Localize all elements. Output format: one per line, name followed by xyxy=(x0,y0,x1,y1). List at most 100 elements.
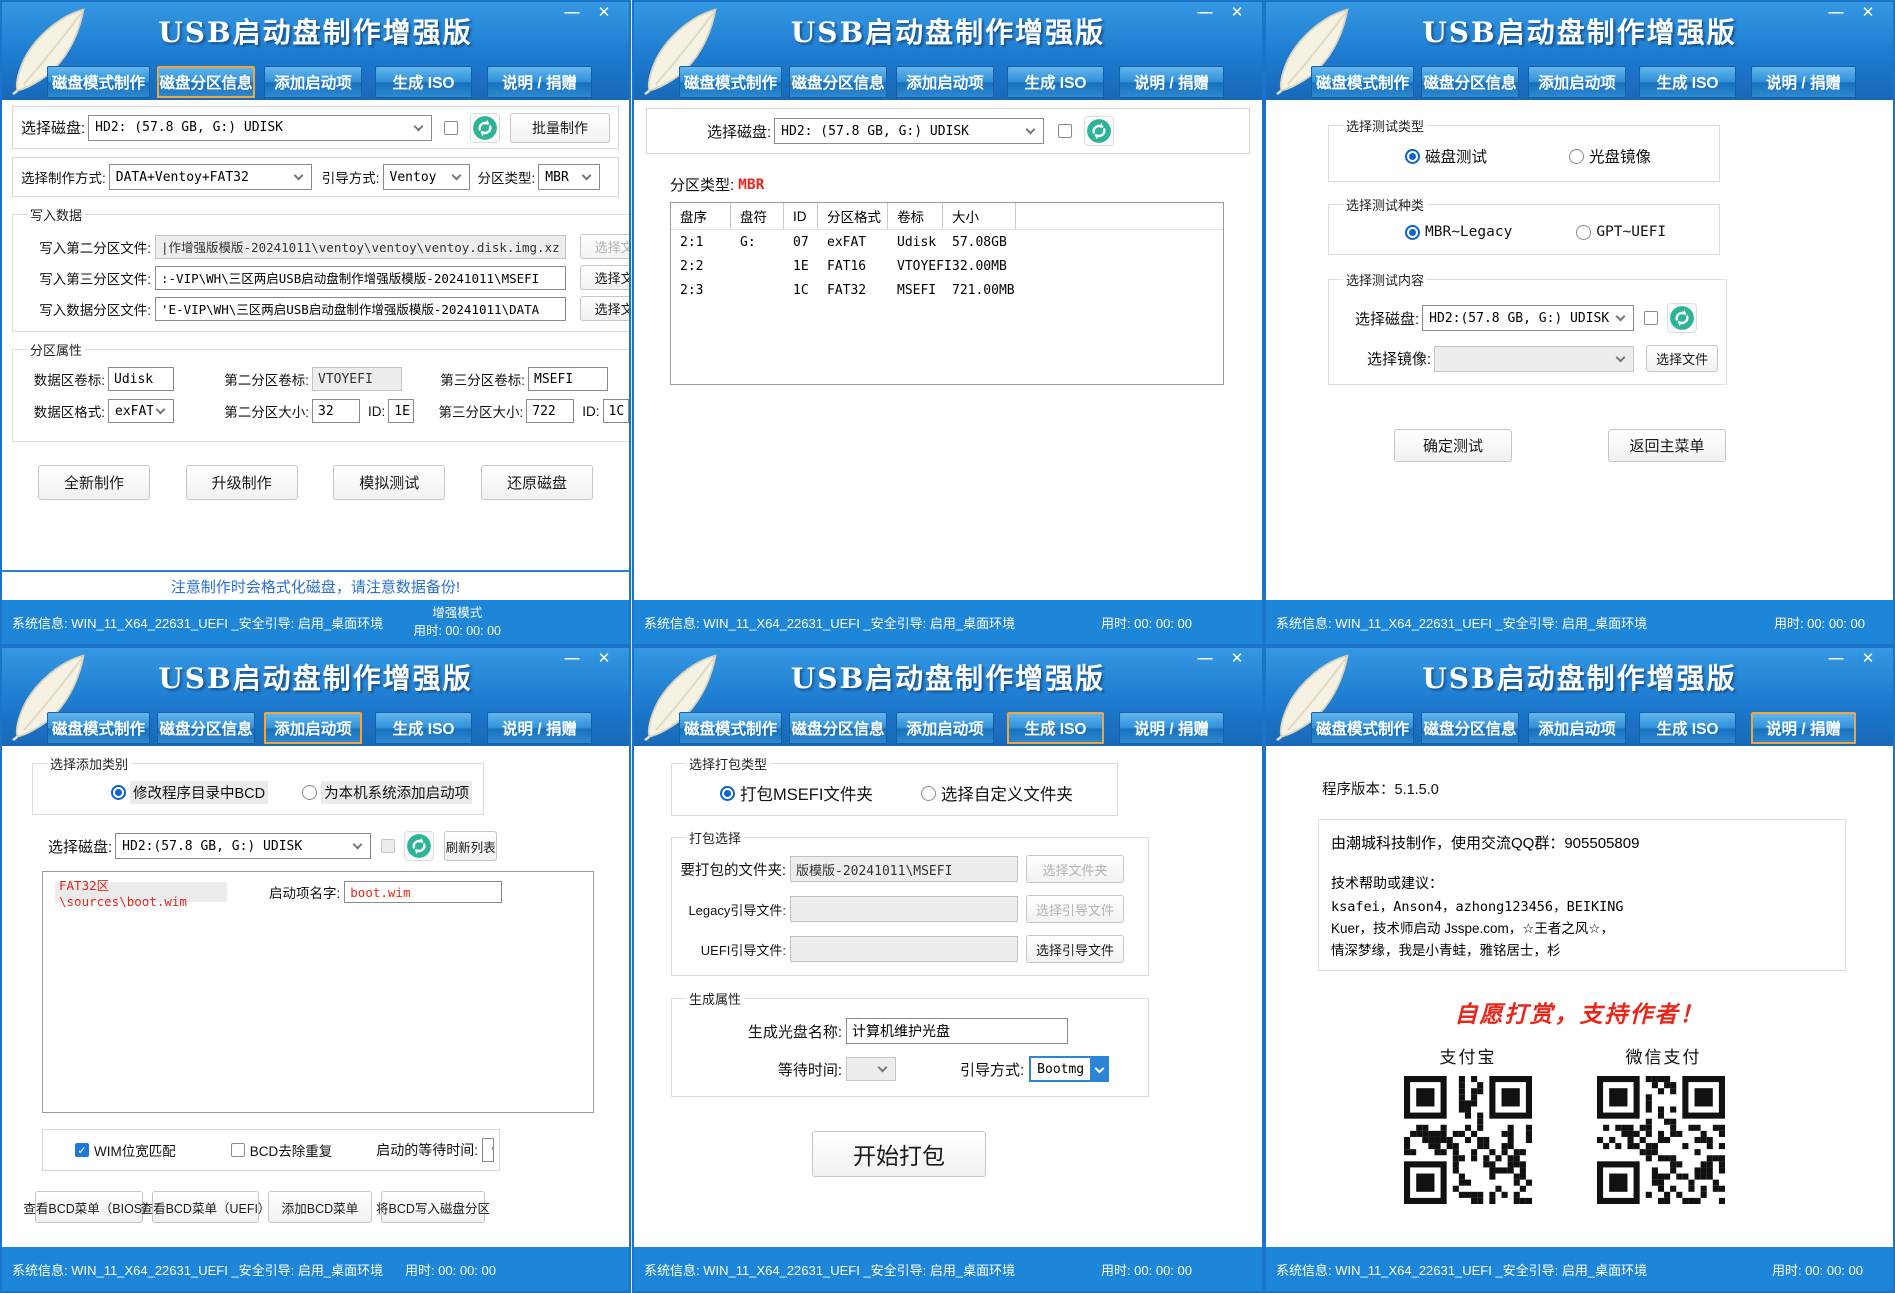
tab-make-iso[interactable]: 生成 ISO xyxy=(1639,66,1736,98)
tab-about-donate[interactable]: 说明 / 捐赠 xyxy=(1751,712,1856,744)
minimize-button[interactable]: — xyxy=(559,4,585,22)
gpt-uefi-radio[interactable] xyxy=(1576,225,1591,240)
tab-make-iso[interactable]: 生成 ISO xyxy=(375,66,472,98)
tab-disk-mode[interactable]: 磁盘模式制作 xyxy=(1311,712,1414,744)
p3-id-input[interactable]: 1C xyxy=(603,399,629,423)
pack-msefi-radio[interactable] xyxy=(720,786,735,801)
make-new-button[interactable]: 全新制作 xyxy=(38,465,150,500)
tab-partition-info[interactable]: 磁盘分区信息 xyxy=(789,66,887,98)
tab-about-donate[interactable]: 说明 / 捐赠 xyxy=(487,712,592,744)
disk-checkbox[interactable] xyxy=(381,839,395,853)
window-titlebar[interactable]: USB启动盘制作增强版 — ✕ 磁盘模式制作 磁盘分区信息 添加启动项 生成 I… xyxy=(2,648,629,746)
select-disk-dropdown[interactable]: HD2:(57.8 GB, G:) UDISK xyxy=(1422,305,1634,331)
tab-add-boot-entry[interactable]: 添加启动项 xyxy=(896,66,994,98)
batch-make-button[interactable]: 批量制作 xyxy=(510,113,610,143)
choose-file-button[interactable]: 选择文件 xyxy=(580,296,629,321)
tab-disk-mode[interactable]: 磁盘模式制作 xyxy=(47,66,150,98)
choose-legacy-boot-button[interactable]: 选择引导文件 xyxy=(1026,895,1124,923)
tab-partition-info[interactable]: 磁盘分区信息 xyxy=(157,712,255,744)
choose-uefi-boot-button[interactable]: 选择引导文件 xyxy=(1026,935,1124,963)
boot-mode-dropdown[interactable]: Bootmgr xyxy=(1029,1056,1109,1082)
tab-make-iso[interactable]: 生成 ISO xyxy=(375,712,472,744)
legacy-boot-file-input[interactable] xyxy=(790,896,1018,922)
modify-program-bcd-radio[interactable] xyxy=(111,785,126,800)
minimize-button[interactable]: — xyxy=(1823,650,1849,668)
p2-vol-input[interactable]: VTOYEFI xyxy=(312,367,402,391)
tab-disk-mode[interactable]: 磁盘模式制作 xyxy=(1311,66,1414,98)
partition-table[interactable]: 盘序 盘符 ID 分区格式 卷标 大小 2:1 G: 07 exFAT Udis… xyxy=(670,202,1224,385)
cd-image-radio[interactable] xyxy=(1569,149,1584,164)
window-titlebar[interactable]: USB启动盘制作增强版 — ✕ 磁盘模式制作 磁盘分区信息 添加启动项 生成 I… xyxy=(1266,648,1893,746)
select-image-dropdown[interactable] xyxy=(1434,346,1634,372)
disk-checkbox[interactable] xyxy=(444,121,458,135)
refresh-disk-button[interactable] xyxy=(470,113,500,143)
back-main-menu-button[interactable]: 返回主菜单 xyxy=(1608,429,1726,462)
bcd-dedup-checkbox[interactable] xyxy=(231,1143,245,1157)
tab-add-boot-entry[interactable]: 添加启动项 xyxy=(1528,66,1626,98)
choose-file-button[interactable]: 选择文件 xyxy=(1646,345,1718,372)
start-pack-button[interactable]: 开始打包 xyxy=(812,1131,986,1177)
tab-disk-mode[interactable]: 磁盘模式制作 xyxy=(47,712,150,744)
iso-name-input[interactable]: 计算机维护光盘 xyxy=(846,1018,1068,1044)
tab-disk-mode[interactable]: 磁盘模式制作 xyxy=(679,66,782,98)
tab-partition-info[interactable]: 磁盘分区信息 xyxy=(1421,66,1519,98)
tab-about-donate[interactable]: 说明 / 捐赠 xyxy=(1119,712,1224,744)
write-bcd-button[interactable]: 将BCD写入磁盘分区 xyxy=(381,1191,485,1223)
add-local-boot-radio[interactable] xyxy=(302,785,317,800)
select-disk-dropdown[interactable]: HD2:(57.8 GB, G:) UDISK xyxy=(115,833,371,859)
tab-make-iso[interactable]: 生成 ISO xyxy=(1639,712,1736,744)
p3-vol-input[interactable]: MSEFI xyxy=(528,367,608,391)
refresh-disk-button[interactable] xyxy=(1667,303,1697,333)
write-p2-file-input[interactable]: |作增强版模版-20241011\ventoy\ventoy\ventoy.di… xyxy=(155,235,566,259)
data-format-dropdown[interactable]: exFAT xyxy=(108,399,174,423)
boot-entry-listbox[interactable]: FAT32区\sources\boot.wim 启动项名字: boot.wim xyxy=(42,871,594,1113)
window-titlebar[interactable]: USB启动盘制作增强版 — ✕ 磁盘模式制作 磁盘分区信息 添加启动项 生成 I… xyxy=(634,648,1262,746)
pack-custom-radio[interactable] xyxy=(921,786,936,801)
tab-add-boot-entry[interactable]: 添加启动项 xyxy=(264,712,362,744)
p2-size-input[interactable]: 32 xyxy=(312,399,360,423)
close-icon[interactable]: ✕ xyxy=(591,650,617,668)
minimize-button[interactable]: — xyxy=(1192,650,1218,668)
table-row[interactable]: 2:3 1C FAT32 MSEFI 721.00MB xyxy=(671,278,1223,302)
tab-partition-info[interactable]: 磁盘分区信息 xyxy=(1421,712,1519,744)
choose-folder-button[interactable]: 选择文件夹 xyxy=(1026,855,1124,883)
window-titlebar[interactable]: USB启动盘制作增强版 — ✕ 磁盘模式制作 磁盘分区信息 添加启动项 生成 I… xyxy=(1266,2,1893,100)
partition-type-dropdown[interactable]: MBR xyxy=(538,164,600,190)
close-icon[interactable]: ✕ xyxy=(1855,4,1881,22)
choose-file-button[interactable]: 选择文件 xyxy=(580,265,629,290)
tab-partition-info[interactable]: 磁盘分区信息 xyxy=(789,712,887,744)
close-icon[interactable]: ✕ xyxy=(1224,650,1250,668)
data-vol-input[interactable]: Udisk xyxy=(108,367,174,391)
tab-partition-info[interactable]: 磁盘分区信息 xyxy=(157,66,255,98)
tab-add-boot-entry[interactable]: 添加启动项 xyxy=(1528,712,1626,744)
tab-about-donate[interactable]: 说明 / 捐赠 xyxy=(1119,66,1224,98)
tab-about-donate[interactable]: 说明 / 捐赠 xyxy=(1751,66,1856,98)
wim-width-checkbox[interactable] xyxy=(75,1143,89,1157)
tab-add-boot-entry[interactable]: 添加启动项 xyxy=(264,66,362,98)
boot-wait-dropdown[interactable]: 5 xyxy=(482,1138,494,1162)
boot-mode-dropdown[interactable]: Ventoy xyxy=(383,164,470,190)
tab-disk-mode[interactable]: 磁盘模式制作 xyxy=(679,712,782,744)
window-titlebar[interactable]: USB启动盘制作增强版 — ✕ 磁盘模式制作 磁盘分区信息 添加启动项 生成 I… xyxy=(634,2,1262,100)
write-data-file-input[interactable]: 'E-VIP\WH\三区两启USB启动盘制作增强版模版-20241011\DAT… xyxy=(155,297,566,321)
view-bcd-bios-button[interactable]: 查看BCD菜单（BIOS） xyxy=(35,1191,143,1223)
simulate-test-button[interactable]: 模拟测试 xyxy=(333,465,445,500)
wait-time-dropdown[interactable] xyxy=(846,1057,896,1081)
close-icon[interactable]: ✕ xyxy=(1224,4,1250,22)
pack-folder-input[interactable]: 版模版-20241011\MSEFI xyxy=(790,856,1018,882)
disk-checkbox[interactable] xyxy=(1058,124,1072,138)
choose-file-button[interactable]: 选择文件 xyxy=(580,234,629,259)
window-titlebar[interactable]: USB启动盘制作增强版 — ✕ 磁盘模式制作 磁盘分区信息 添加启动项 生成 I… xyxy=(2,2,629,100)
refresh-disk-button[interactable] xyxy=(404,831,434,861)
minimize-button[interactable]: — xyxy=(1192,4,1218,22)
close-icon[interactable]: ✕ xyxy=(1855,650,1881,668)
tab-make-iso[interactable]: 生成 ISO xyxy=(1007,712,1104,744)
disk-checkbox[interactable] xyxy=(1644,311,1658,325)
select-disk-dropdown[interactable]: HD2: (57.8 GB, G:) UDISK xyxy=(88,115,432,141)
mbr-legacy-radio[interactable] xyxy=(1405,225,1420,240)
refresh-list-button[interactable]: 刷新列表 xyxy=(444,831,497,861)
add-bcd-menu-button[interactable]: 添加BCD菜单 xyxy=(268,1191,372,1223)
p2-id-input[interactable]: 1E xyxy=(388,399,414,423)
view-bcd-uefi-button[interactable]: 查看BCD菜单（UEFI） xyxy=(152,1191,259,1223)
tab-make-iso[interactable]: 生成 ISO xyxy=(1007,66,1104,98)
